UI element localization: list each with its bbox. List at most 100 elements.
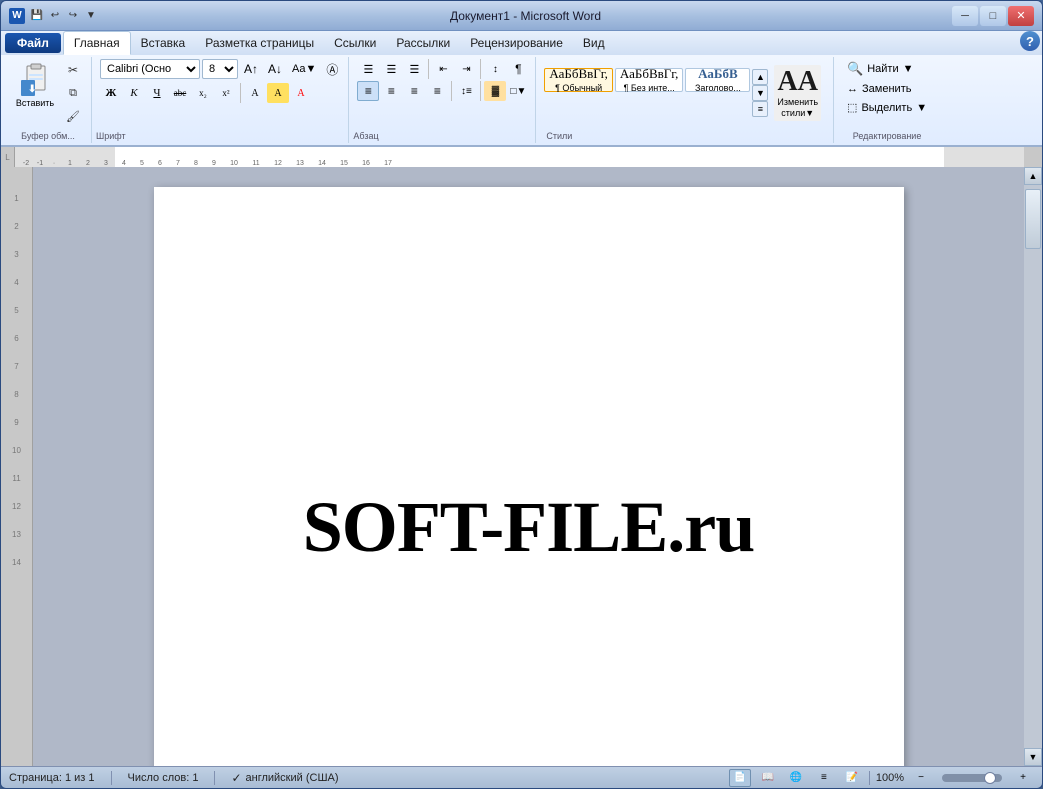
redo-quick-btn[interactable]: ↪ <box>65 8 81 24</box>
scroll-track[interactable] <box>1024 185 1042 748</box>
font-name-select[interactable]: Calibri (Осно <box>100 59 200 79</box>
zoom-in-button[interactable]: + <box>1012 769 1034 787</box>
style-heading-label: Заголово... <box>695 83 741 95</box>
sort-button[interactable]: ↕ <box>484 59 506 79</box>
indent-dec-button[interactable]: ⇤ <box>432 59 454 79</box>
page-area: SOFT-FILE.ru <box>33 167 1024 766</box>
list-ordered-button[interactable]: ☰ <box>380 59 402 79</box>
ruler-m2: -1 <box>33 160 47 167</box>
vruler-2: 2 <box>14 203 18 231</box>
editing-label: Редактирование <box>836 131 938 141</box>
undo-quick-btn[interactable]: ↩ <box>47 8 63 24</box>
document-content[interactable]: SOFT-FILE.ru <box>303 486 754 569</box>
justify-button[interactable]: ≡ <box>426 81 448 101</box>
zoom-thumb[interactable] <box>984 772 996 784</box>
format-painter-button[interactable]: 🖌 <box>61 105 85 127</box>
border-button[interactable]: □▼ <box>507 81 529 101</box>
separator <box>240 83 241 103</box>
align-left-button[interactable]: ≡ <box>357 81 379 101</box>
style-heading1[interactable]: АаБбВ Заголово... <box>685 68 750 92</box>
menu-references[interactable]: Ссылки <box>324 31 386 55</box>
view-fullscreen-button[interactable]: 📖 <box>757 769 779 787</box>
save-quick-btn[interactable]: 💾 <box>29 8 45 24</box>
vruler-12: 12 <box>12 483 21 511</box>
cut-button[interactable]: ✂ <box>61 59 85 81</box>
ruler-11: 11 <box>245 160 267 167</box>
vruler-5: 5 <box>14 287 18 315</box>
clipboard-small-btns: ✂ ⧉ 🖌 <box>61 59 85 127</box>
change-styles-icon: AA <box>778 68 818 96</box>
font-size-select[interactable]: 8 <box>202 59 238 79</box>
vruler-14: 14 <box>12 539 21 567</box>
view-draft-button[interactable]: 📝 <box>841 769 863 787</box>
help-button[interactable]: ? <box>1020 31 1040 51</box>
change-styles-label: Изменитьстили▼ <box>777 97 818 119</box>
customize-quick-btn[interactable]: ▼ <box>83 8 99 24</box>
paste-button[interactable]: ⬇ Вставить <box>11 59 59 115</box>
show-formatting-button[interactable]: ¶ <box>507 59 529 79</box>
zoom-slider[interactable] <box>942 774 1002 782</box>
font-format-row: Ж К Ч abc x₂ x² A A A <box>100 83 312 103</box>
scroll-down-button[interactable]: ▼ <box>1024 748 1042 766</box>
list-multilevel-button[interactable]: ☰ <box>403 59 425 79</box>
subscript-button[interactable]: x₂ <box>192 83 214 103</box>
title-bar: W 💾 ↩ ↪ ▼ Документ1 - Microsoft Word ─ □… <box>1 1 1042 31</box>
styles-group: АаБбВвГг, ¶ Обычный АаБбВвГг, ¶ Без инте… <box>538 57 834 143</box>
ruler-corner: L <box>1 147 15 167</box>
status-sep3 <box>869 771 870 785</box>
bold-button[interactable]: Ж <box>100 83 122 103</box>
superscript-button[interactable]: x² <box>215 83 237 103</box>
list-unordered-button[interactable]: ☰ <box>357 59 379 79</box>
menu-mailings[interactable]: Рассылки <box>386 31 460 55</box>
word-count: Число слов: 1 <box>128 772 199 784</box>
view-outline-button[interactable]: ≡ <box>813 769 835 787</box>
menu-file[interactable]: Файл <box>5 33 61 53</box>
change-styles-button[interactable]: AA Изменитьстили▼ <box>774 65 821 122</box>
ruler-10: 10 <box>223 160 245 167</box>
close-button[interactable]: ✕ <box>1008 6 1034 26</box>
text-effect-button[interactable]: A <box>244 83 266 103</box>
styles-label: Стили <box>544 131 839 141</box>
restore-button[interactable]: □ <box>980 6 1006 26</box>
highlight-button[interactable]: A <box>267 83 289 103</box>
document-page[interactable]: SOFT-FILE.ru <box>154 187 904 766</box>
find-button[interactable]: 🔍 Найти ▼ <box>842 59 932 79</box>
shading-button[interactable]: ▓ <box>484 81 506 101</box>
underline-button[interactable]: Ч <box>146 83 168 103</box>
strikethrough-button[interactable]: abc <box>169 83 191 103</box>
font-grow-button[interactable]: A↑ <box>240 59 262 79</box>
minimize-button[interactable]: ─ <box>952 6 978 26</box>
clear-format-button[interactable]: Ⓐ <box>322 59 342 79</box>
vruler-6: 6 <box>14 315 18 343</box>
view-print-button[interactable]: 📄 <box>729 769 751 787</box>
copy-button[interactable]: ⧉ <box>61 82 85 104</box>
select-button[interactable]: ⬚ Выделить ▼ <box>842 99 932 116</box>
paragraph-row2: ≡ ≡ ≡ ≡ ↕≡ ▓ □▼ <box>357 81 529 101</box>
align-center-button[interactable]: ≡ <box>380 81 402 101</box>
menu-page-layout[interactable]: Разметка страницы <box>195 31 324 55</box>
view-web-button[interactable]: 🌐 <box>785 769 807 787</box>
language-text: английский (США) <box>246 772 339 784</box>
change-case-button[interactable]: Aa▼ <box>288 59 320 79</box>
vruler-11: 11 <box>12 455 20 483</box>
zoom-out-button[interactable]: − <box>910 769 932 787</box>
indent-inc-button[interactable]: ⇥ <box>455 59 477 79</box>
menu-view[interactable]: Вид <box>573 31 615 55</box>
align-right-button[interactable]: ≡ <box>403 81 425 101</box>
styles-scroll-down[interactable]: ▼ <box>752 85 768 101</box>
menu-review[interactable]: Рецензирование <box>460 31 573 55</box>
styles-more[interactable]: ≡ <box>752 101 768 117</box>
replace-button[interactable]: ↔ Заменить <box>842 81 932 97</box>
line-spacing-button[interactable]: ↕≡ <box>455 81 477 101</box>
menu-home[interactable]: Главная <box>63 31 131 55</box>
italic-button[interactable]: К <box>123 83 145 103</box>
vruler-13: 13 <box>12 511 21 539</box>
style-no-spacing[interactable]: АаБбВвГг, ¶ Без инте... <box>615 68 684 92</box>
scroll-up-button[interactable]: ▲ <box>1024 167 1042 185</box>
menu-insert[interactable]: Вставка <box>131 31 196 55</box>
styles-scroll-up[interactable]: ▲ <box>752 69 768 85</box>
font-shrink-button[interactable]: A↓ <box>264 59 286 79</box>
scroll-thumb[interactable] <box>1025 189 1041 249</box>
style-normal[interactable]: АаБбВвГг, ¶ Обычный <box>544 68 613 92</box>
font-color-button[interactable]: A <box>290 83 312 103</box>
